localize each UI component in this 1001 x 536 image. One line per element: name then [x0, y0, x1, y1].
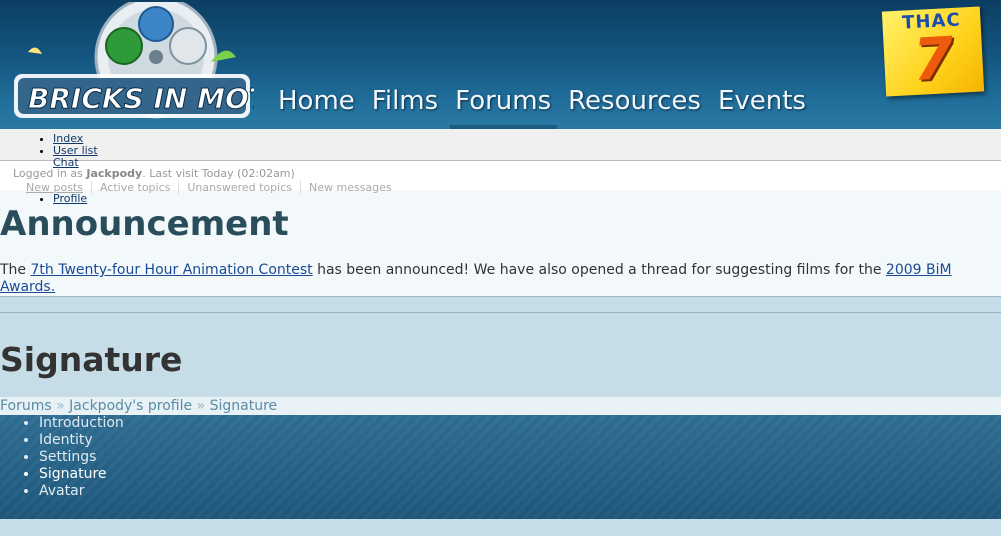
- thac-7-badge[interactable]: THAC 7: [881, 6, 985, 97]
- page-title: Signature: [0, 340, 183, 379]
- announcement-text-part: has been announced! We have also opened …: [312, 262, 886, 278]
- breadcrumb-separator: »: [56, 398, 65, 414]
- subnav-settings[interactable]: Settings: [39, 449, 124, 466]
- unanswered-topics-link[interactable]: Unanswered topics: [178, 181, 300, 194]
- subnav-introduction[interactable]: Introduction: [39, 415, 124, 432]
- profile-subnav-list: Introduction Identity Settings Signature…: [0, 415, 124, 500]
- active-topics-link[interactable]: Active topics: [90, 181, 178, 194]
- contest-link[interactable]: 7th Twenty-four Hour Animation Contest: [31, 262, 313, 278]
- breadcrumb-separator: »: [196, 398, 206, 414]
- breadcrumb-profile[interactable]: Jackpody's profile: [69, 398, 192, 414]
- login-status-prefix: Logged in as: [13, 167, 87, 180]
- login-status-suffix: . Last visit Today (02:02am): [142, 167, 295, 180]
- logo-wordmark: BRICKS IN MOTION: [28, 82, 254, 115]
- new-messages-link[interactable]: New messages: [300, 181, 400, 194]
- thac-badge-number: 7: [911, 23, 956, 94]
- section-divider: [0, 312, 1001, 313]
- username[interactable]: Jackpody: [86, 167, 142, 180]
- profile-subnav: Introduction Identity Settings Signature…: [0, 415, 1001, 519]
- forum-menu-tail: Profile: [0, 193, 87, 205]
- subnav-identity[interactable]: Identity: [39, 432, 124, 449]
- nav-resources[interactable]: Resources: [568, 86, 701, 129]
- menu-item-user-list: User list: [53, 145, 98, 157]
- breadcrumb-forums[interactable]: Forums: [0, 398, 52, 414]
- announcement-text-part: The: [0, 262, 31, 278]
- nav-forums[interactable]: Forums: [450, 86, 558, 129]
- forum-menu: Index User list Chat: [0, 133, 98, 169]
- site-header: BRICKS IN MOTION Home Films Forums Resou…: [0, 0, 1001, 129]
- nav-home[interactable]: Home: [278, 86, 355, 129]
- subnav-avatar[interactable]: Avatar: [39, 483, 124, 500]
- breadcrumb-signature: Signature: [209, 398, 278, 414]
- breadcrumb: Forums » Jackpody's profile » Signature: [0, 398, 277, 414]
- film-reel-icon: BRICKS IN MOTION: [14, 0, 326, 119]
- nav-films[interactable]: Films: [372, 86, 438, 129]
- main-nav: Home Films Forums Resources Events: [278, 86, 823, 129]
- login-status: Logged in as Jackpody. Last visit Today …: [13, 167, 295, 180]
- menu-link-user-list[interactable]: User list: [53, 144, 98, 157]
- menu-item-profile: Profile: [53, 193, 87, 205]
- announcement-title: Announcement: [0, 204, 289, 244]
- announcement-box: Announcement The 7th Twenty-four Hour An…: [0, 189, 1001, 297]
- announcement-text: The 7th Twenty-four Hour Animation Conte…: [0, 262, 995, 296]
- subnav-signature[interactable]: Signature: [39, 466, 124, 483]
- menu-link-profile[interactable]: Profile: [53, 192, 87, 205]
- bricks-in-motion-logo[interactable]: BRICKS IN MOTION: [6, 0, 326, 127]
- nav-events[interactable]: Events: [718, 86, 806, 129]
- forum-menu-bar: [0, 129, 1001, 160]
